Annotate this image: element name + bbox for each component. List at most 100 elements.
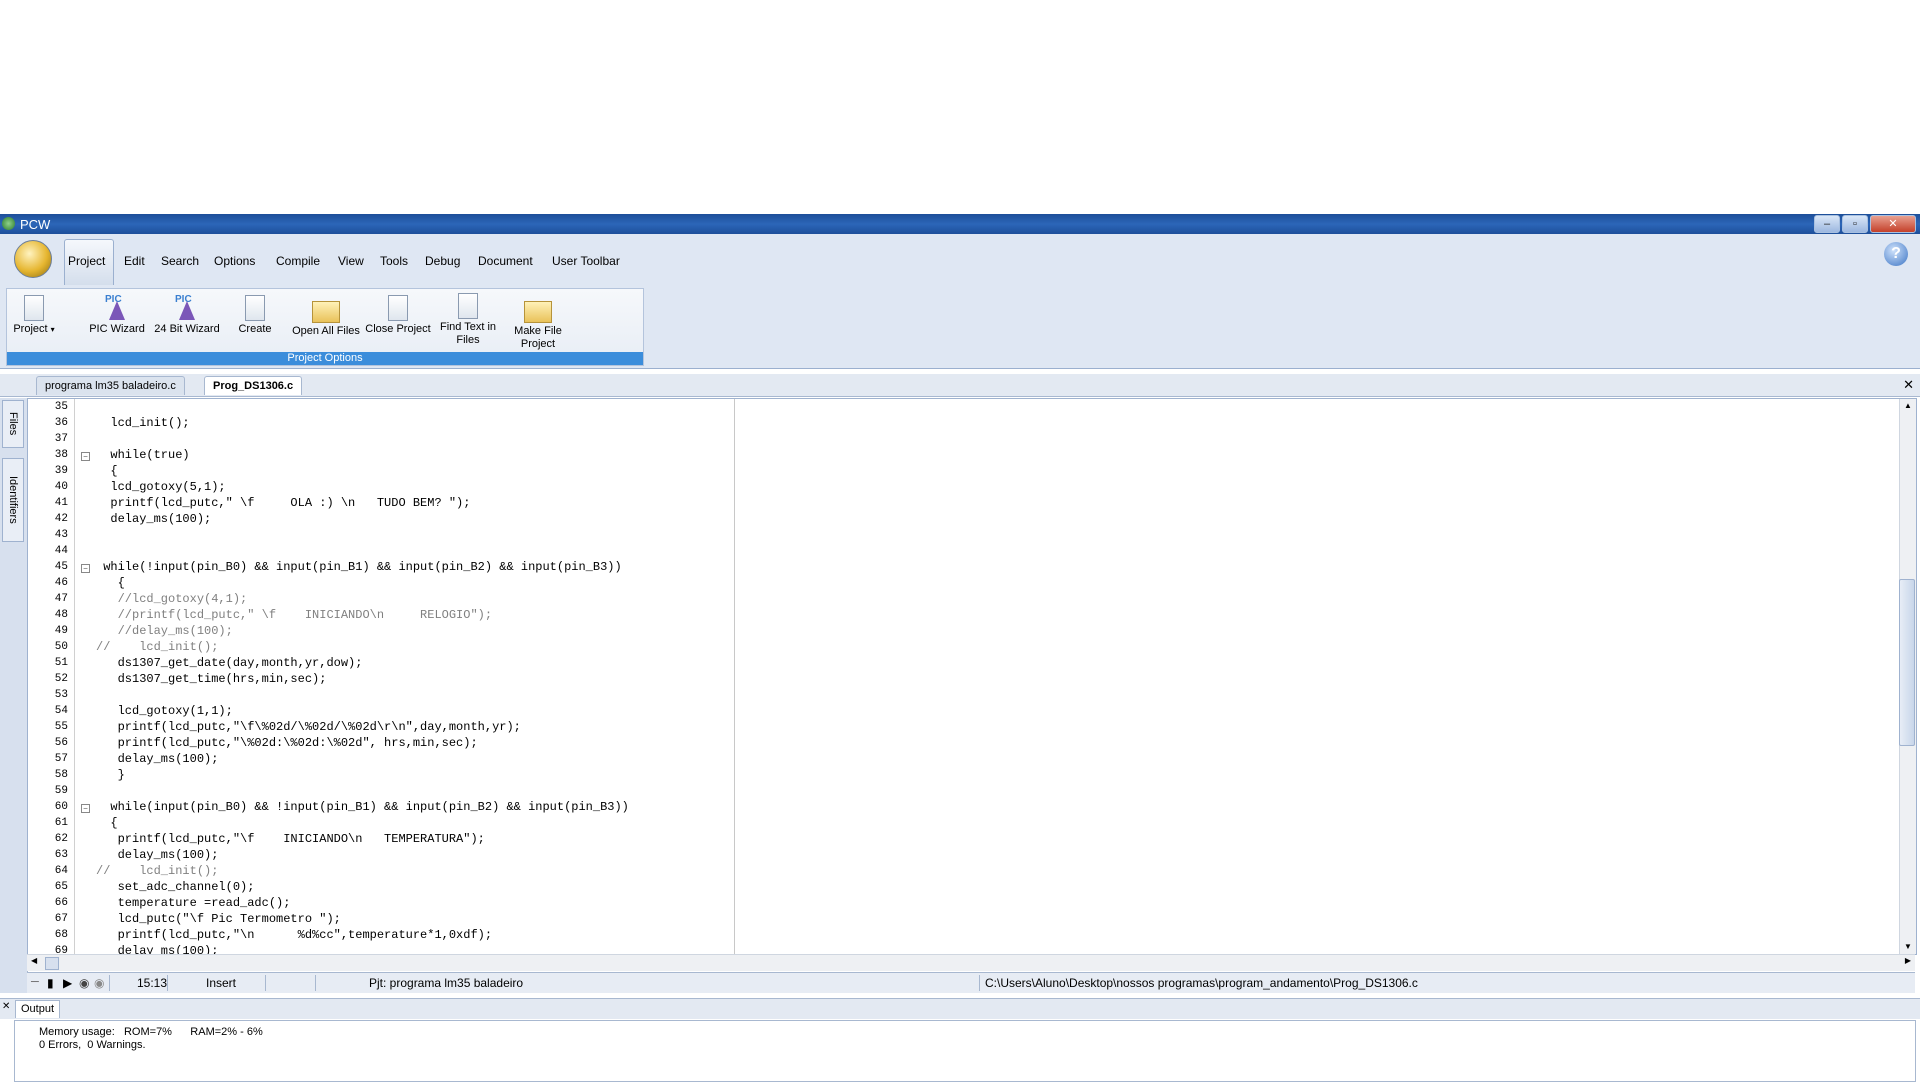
code-line[interactable]: } bbox=[96, 768, 125, 782]
scroll-left-icon[interactable]: ◀ bbox=[31, 956, 37, 965]
line-number: 50 bbox=[54, 641, 68, 653]
code-line[interactable]: ds1307_get_date(day,month,yr,dow); bbox=[96, 656, 363, 670]
title-bar: PCW – ▫ ✕ bbox=[0, 214, 1920, 234]
find-text-in-files-button[interactable]: Find Text in Files bbox=[433, 291, 503, 347]
play-icon[interactable]: ▶ bbox=[63, 976, 72, 990]
code-line[interactable]: { bbox=[96, 464, 117, 478]
pic-wizard-button[interactable]: PIC PIC Wizard bbox=[87, 291, 147, 336]
svg-text:PIC: PIC bbox=[175, 294, 192, 305]
output-tab[interactable]: Output bbox=[15, 1000, 61, 1018]
line-number: 37 bbox=[54, 433, 68, 445]
code-line[interactable]: printf(lcd_putc,"\n %d%cc",temperature*1… bbox=[96, 928, 492, 942]
line-number: 65 bbox=[54, 881, 68, 893]
code-line[interactable]: // lcd_init(); bbox=[96, 864, 218, 878]
code-line[interactable]: //delay_ms(100); bbox=[96, 624, 233, 638]
code-line[interactable]: while(input(pin_B0) && !input(pin_B1) &&… bbox=[96, 800, 629, 814]
help-icon[interactable]: ? bbox=[1884, 242, 1908, 266]
create-button[interactable]: Create bbox=[233, 291, 277, 336]
close-project-button[interactable]: Close Project bbox=[363, 291, 433, 336]
restore-button[interactable]: ▫ bbox=[1842, 215, 1868, 233]
line-number: 40 bbox=[54, 481, 68, 493]
project-status: Pjt: programa lm35 baladeiro bbox=[369, 976, 524, 990]
identifiers-side-tab[interactable]: Identifiers bbox=[2, 458, 24, 542]
fold-toggle-icon[interactable]: − bbox=[81, 452, 90, 461]
code-editor[interactable]: 35 36 37 38 39 40 41 42 43 44 45 46 47 48 49 50 51 52 53 54… bbox=[27, 398, 1917, 958]
tab-project[interactable]: Project bbox=[68, 254, 105, 268]
code-line[interactable]: //printf(lcd_putc," \f INICIANDO\n RELOG… bbox=[96, 608, 492, 622]
line-number: 36 bbox=[54, 417, 68, 429]
memory-usage-line: Memory usage: ROM=7% RAM=2% - 6% bbox=[39, 1026, 263, 1038]
line-number: 38 bbox=[54, 449, 68, 461]
vertical-scrollbar[interactable]: ▲ ▼ bbox=[1899, 399, 1916, 954]
file-tab-prog-ds1306[interactable]: Prog_DS1306.c bbox=[204, 376, 303, 395]
code-line[interactable]: temperature =read_adc(); bbox=[96, 896, 291, 910]
fold-toggle-icon[interactable]: − bbox=[81, 564, 90, 573]
collapse-icon[interactable]: ─ bbox=[31, 976, 39, 988]
line-number: 60 bbox=[54, 801, 68, 813]
scroll-right-icon[interactable]: ▶ bbox=[1905, 956, 1911, 965]
file-tab-programa-lm35[interactable]: programa lm35 baladeiro.c bbox=[36, 376, 185, 395]
code-line[interactable]: //lcd_gotoxy(4,1); bbox=[96, 592, 248, 606]
scroll-down-icon[interactable]: ▼ bbox=[1901, 940, 1915, 954]
project-button[interactable]: Project ▾ bbox=[11, 291, 57, 336]
code-line[interactable]: while(!input(pin_B0) && input(pin_B1) &&… bbox=[96, 560, 622, 574]
tab-options[interactable]: Options bbox=[214, 254, 255, 268]
24-bit-wizard-button[interactable]: PIC 24 Bit Wizard bbox=[150, 291, 224, 336]
tab-user-toolbar[interactable]: User Toolbar bbox=[552, 254, 620, 268]
24bit-wizard-icon: PIC bbox=[174, 291, 200, 321]
close-tab-icon[interactable]: ✕ bbox=[1903, 377, 1914, 393]
tab-edit[interactable]: Edit bbox=[124, 254, 145, 268]
line-number: 58 bbox=[54, 769, 68, 781]
line-number: 57 bbox=[54, 753, 68, 765]
record-icon[interactable]: ◉ bbox=[79, 976, 89, 990]
make-file-project-button[interactable]: Make File Project bbox=[505, 291, 571, 351]
code-line[interactable]: ds1307_get_time(hrs,min,sec); bbox=[96, 672, 327, 686]
code-line[interactable]: lcd_gotoxy(1,1); bbox=[96, 704, 233, 718]
panel-caption: Project Options bbox=[7, 352, 643, 365]
code-line[interactable]: printf(lcd_putc,"\%02d:\%02d:\%02d", hrs… bbox=[96, 736, 478, 750]
tab-document[interactable]: Document bbox=[478, 254, 533, 268]
code-line[interactable]: printf(lcd_putc," \f OLA :) \n TUDO BEM?… bbox=[96, 496, 470, 510]
line-number: 45 bbox=[54, 561, 68, 573]
line-number: 55 bbox=[54, 721, 68, 733]
save-icon[interactable]: ▮ bbox=[47, 976, 54, 990]
code-line[interactable]: lcd_putc("\f Pic Termometro "); bbox=[96, 912, 341, 926]
code-line[interactable]: delay_ms(100); bbox=[96, 848, 219, 862]
close-output-icon[interactable]: ✕ bbox=[2, 1001, 10, 1012]
tab-view[interactable]: View bbox=[338, 254, 364, 268]
code-line[interactable]: set_adc_channel(0); bbox=[96, 880, 255, 894]
code-line[interactable]: printf(lcd_putc,"\f\%02d/\%02d/\%02d\r\n… bbox=[96, 720, 521, 734]
tab-tools[interactable]: Tools bbox=[380, 254, 408, 268]
line-number: 67 bbox=[54, 913, 68, 925]
fold-toggle-icon[interactable]: − bbox=[81, 804, 90, 813]
code-line[interactable]: delay_ms(100); bbox=[96, 512, 211, 526]
code-line[interactable]: { bbox=[96, 816, 117, 830]
files-side-tab[interactable]: Files bbox=[2, 400, 24, 448]
horizontal-scrollbar[interactable]: ◀ ▶ bbox=[27, 954, 1915, 971]
errors-warnings-line: 0 Errors, 0 Warnings. bbox=[39, 1039, 146, 1051]
code-line[interactable]: lcd_gotoxy(5,1); bbox=[96, 480, 225, 494]
code-line[interactable]: printf(lcd_putc,"\f INICIANDO\n TEMPERAT… bbox=[96, 832, 485, 846]
line-number: 46 bbox=[54, 577, 68, 589]
tab-search[interactable]: Search bbox=[161, 254, 199, 268]
minimize-button[interactable]: – bbox=[1814, 215, 1840, 233]
scroll-up-icon[interactable]: ▲ bbox=[1901, 399, 1915, 413]
code-line[interactable]: { bbox=[96, 576, 125, 590]
create-icon bbox=[245, 295, 265, 321]
code-line[interactable]: while(true) bbox=[96, 448, 189, 462]
vertical-scroll-thumb[interactable] bbox=[1899, 579, 1915, 746]
horizontal-scroll-thumb[interactable] bbox=[45, 957, 59, 970]
application-menu-button[interactable] bbox=[14, 240, 52, 278]
line-number: 66 bbox=[54, 897, 68, 909]
close-window-button[interactable]: ✕ bbox=[1870, 215, 1916, 233]
stop-icon[interactable]: ◉ bbox=[94, 976, 104, 990]
close-project-icon bbox=[388, 295, 408, 321]
open-all-files-button[interactable]: Open All Files bbox=[289, 291, 363, 338]
code-line[interactable]: lcd_init(); bbox=[96, 416, 189, 430]
code-line[interactable]: // lcd_init(); bbox=[96, 640, 218, 654]
line-number: 63 bbox=[54, 849, 68, 861]
pic-wizard-icon: PIC bbox=[104, 291, 130, 321]
tab-debug[interactable]: Debug bbox=[425, 254, 460, 268]
tab-compile[interactable]: Compile bbox=[276, 254, 320, 268]
code-line[interactable]: delay_ms(100); bbox=[96, 752, 219, 766]
